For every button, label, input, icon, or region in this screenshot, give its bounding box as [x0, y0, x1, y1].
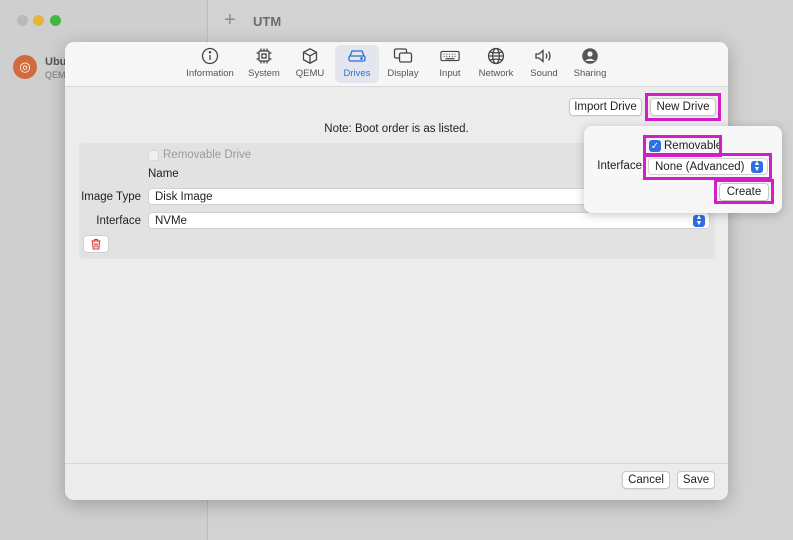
- cancel-button[interactable]: Cancel: [622, 471, 670, 489]
- tab-sharing[interactable]: Sharing: [570, 45, 610, 83]
- globe-icon: [486, 46, 506, 66]
- close-window-button[interactable]: [17, 15, 28, 26]
- tab-network[interactable]: Network: [475, 45, 517, 83]
- minimize-window-button[interactable]: [33, 15, 44, 26]
- save-button[interactable]: Save: [677, 471, 715, 489]
- tab-drives[interactable]: Drives: [335, 45, 379, 83]
- highlight-interface: [643, 153, 772, 180]
- new-drive-popover: ✓ Removable Interface None (Advanced) ▲ ▼…: [584, 126, 782, 213]
- ubuntu-icon[interactable]: ◎: [13, 55, 37, 79]
- cube-icon: [300, 46, 320, 66]
- name-label: Name: [148, 168, 179, 180]
- sheet-footer: Cancel Save: [65, 463, 728, 500]
- drive-icon: [347, 46, 367, 66]
- removable-drive-label: Removable Drive: [163, 149, 252, 161]
- tab-sound[interactable]: Sound: [525, 45, 563, 83]
- interface-label: Interface: [96, 215, 141, 227]
- settings-sheet: Information System QEMU Drives Display I…: [65, 42, 728, 500]
- tab-system[interactable]: System: [243, 45, 285, 83]
- image-type-label: Image Type: [81, 191, 141, 203]
- app-title: UTM: [253, 14, 282, 29]
- removable-drive-checkbox[interactable]: [148, 150, 159, 161]
- speaker-icon: [534, 46, 554, 66]
- delete-drive-button[interactable]: [83, 235, 109, 253]
- chevron-updown-icon: ▲ ▼: [693, 214, 705, 227]
- person-icon: [580, 46, 600, 66]
- tab-display[interactable]: Display: [383, 45, 423, 83]
- highlight-create: [714, 179, 774, 204]
- vm-name: Ubu: [45, 56, 67, 68]
- keyboard-icon: [440, 46, 460, 66]
- zoom-window-button[interactable]: [50, 15, 61, 26]
- tab-qemu[interactable]: QEMU: [291, 45, 329, 83]
- settings-toolbar: Information System QEMU Drives Display I…: [65, 42, 728, 87]
- image-type-select[interactable]: Disk Image: [148, 188, 590, 205]
- add-vm-icon[interactable]: +: [224, 9, 236, 32]
- trash-icon: [91, 238, 101, 250]
- vm-subtitle: QEM: [45, 70, 66, 80]
- display-icon: [393, 46, 413, 66]
- cpu-icon: [254, 46, 274, 66]
- tab-input[interactable]: Input: [433, 45, 467, 83]
- tab-information[interactable]: Information: [182, 45, 238, 83]
- info-icon: [200, 46, 220, 66]
- popover-interface-label: Interface: [597, 160, 642, 172]
- highlight-new-drive: [645, 93, 721, 121]
- import-drive-button[interactable]: Import Drive: [569, 98, 642, 116]
- interface-select[interactable]: NVMe ▲ ▼: [148, 212, 710, 229]
